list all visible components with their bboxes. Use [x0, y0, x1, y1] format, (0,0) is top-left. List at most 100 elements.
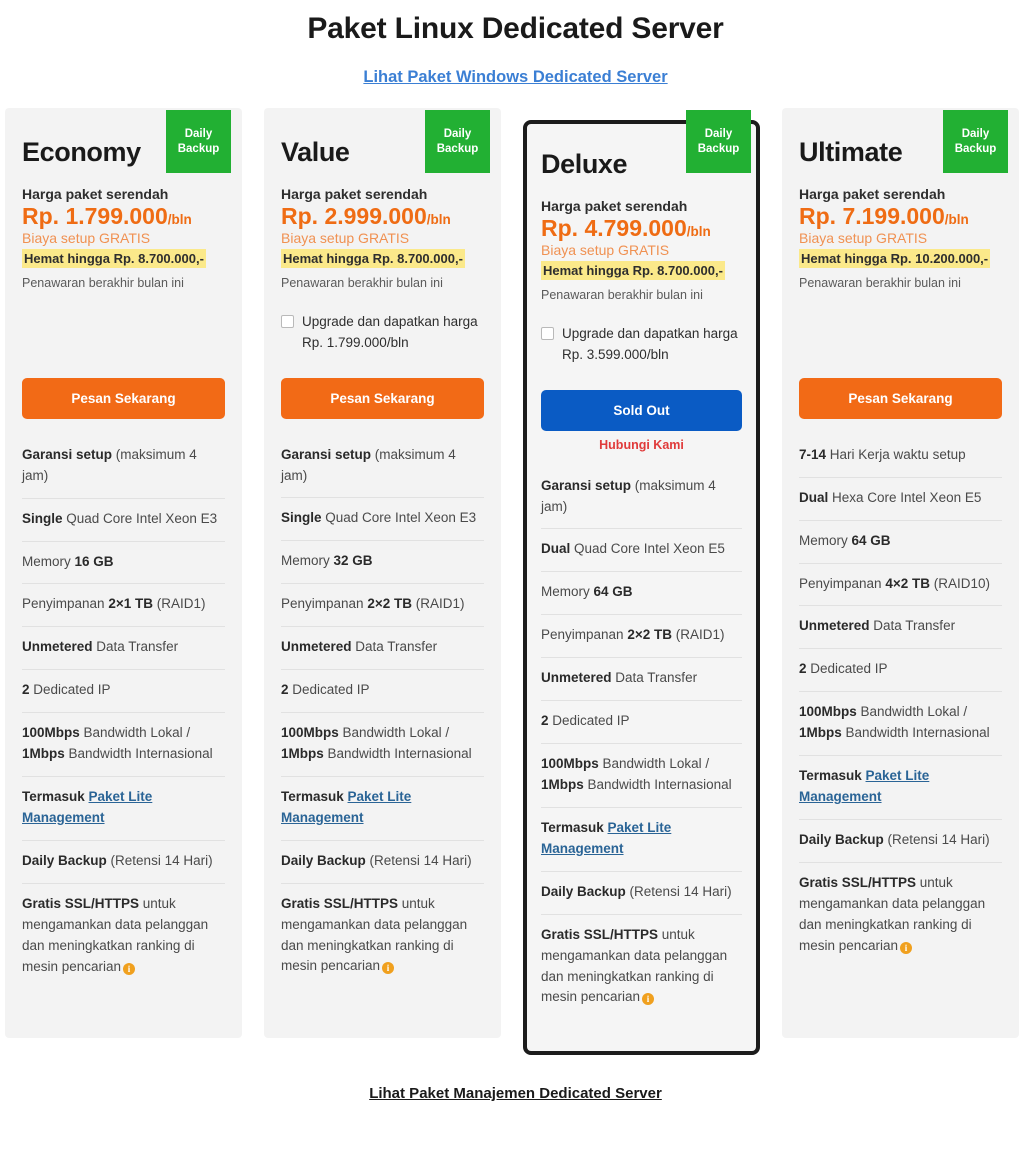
feature-text: Quad Core Intel Xeon E3: [321, 510, 477, 526]
feature-emphasis: 2: [541, 713, 549, 729]
offer-note: Penawaran berakhir bulan ini: [281, 275, 443, 290]
feature-emphasis: 100Mbps: [541, 756, 599, 772]
feature-item: Memory 32 GB: [281, 541, 484, 585]
feature-text: Penyimpanan: [541, 627, 628, 643]
feature-emphasis: Garansi setup: [541, 477, 632, 493]
feature-emphasis: Termasuk: [799, 768, 866, 784]
plan-price: Rp. 1.799.000/bln: [22, 202, 225, 229]
price-amount: Rp. 4.799.000: [541, 214, 687, 241]
badge-text: Daily Backup: [954, 128, 997, 155]
feature-item: Gratis SSL/HTTPS untuk mengamankan data …: [22, 884, 225, 989]
daily-backup-badge: Daily Backup: [686, 110, 751, 173]
order-now-button[interactable]: Pesan Sekarang: [799, 377, 1002, 419]
savings-highlight: Hemat hingga Rp. 8.700.000,-: [541, 260, 725, 280]
feature-item: Garansi setup (maksimum 4 jam): [22, 443, 225, 499]
price-period: /bln: [167, 211, 192, 227]
feature-item: 2 Dedicated IP: [22, 670, 225, 714]
price-label: Harga paket serendah: [22, 185, 169, 202]
sold-out-button[interactable]: Sold Out: [541, 389, 742, 431]
setup-free-text: Biaya setup GRATIS: [541, 241, 670, 258]
pricing-card-value: Value Harga paket serendah Rp. 2.999.000/b…: [264, 108, 501, 1038]
info-icon[interactable]: i: [900, 941, 913, 954]
upgrade-option[interactable]: Upgrade dan dapatkan harga Rp. 1.799.000…: [281, 312, 484, 354]
feature-item: 7-14 Hari Kerja waktu setup: [799, 443, 1002, 478]
feature-text: Bandwidth Lokal /: [598, 756, 710, 772]
feature-text: Data Transfer: [351, 639, 438, 655]
feature-text: Memory: [281, 553, 334, 569]
price-label: Harga paket serendah: [799, 185, 946, 202]
feature-text: Bandwidth Lokal /: [338, 725, 450, 741]
price-label: Harga paket serendah: [541, 197, 688, 214]
feature-emphasis: Garansi setup: [22, 446, 113, 462]
windows-packages-link[interactable]: Lihat Paket Windows Dedicated Server: [363, 68, 667, 86]
feature-text: Dedicated IP: [548, 713, 630, 729]
pricing-cards-grid: Daily Backup Economy Harga paket serendah Rp…: [0, 108, 1031, 1056]
upgrade-option[interactable]: Upgrade dan dapatkan harga Rp. 3.599.000…: [541, 324, 742, 366]
feature-emphasis: Daily Backup: [541, 883, 626, 899]
savings-container: Hemat hingga Rp. 8.700.000,-: [22, 248, 225, 270]
feature-text: Quad Core Intel Xeon E3: [62, 510, 218, 526]
contact-us-link[interactable]: Hubungi Kami: [541, 438, 742, 452]
pricing-card-slot-ultimate: Daily Backup Ultimate Harga paket serendah R…: [782, 108, 1019, 1038]
upgrade-checkbox[interactable]: [541, 326, 554, 340]
order-now-button[interactable]: Pesan Sekarang: [22, 377, 225, 419]
feature-emphasis: Termasuk: [22, 789, 89, 805]
feature-item: Daily Backup (Retensi 14 Hari): [22, 841, 225, 884]
management-packages-link[interactable]: Lihat Paket Manajemen Dedicated Server: [369, 1085, 662, 1102]
feature-text: Penyimpanan: [799, 575, 886, 591]
feature-emphasis: 4×2 TB: [885, 575, 930, 591]
feature-emphasis: Gratis SSL/HTTPS: [541, 926, 659, 942]
feature-item: Penyimpanan 2×2 TB (RAID1): [541, 615, 742, 659]
feature-item: Gratis SSL/HTTPS untuk mengamankan data …: [541, 915, 742, 1020]
feature-text: Dedicated IP: [806, 661, 888, 677]
plan-price: Rp. 2.999.000/bln: [281, 203, 484, 229]
feature-emphasis: 2: [799, 661, 807, 677]
feature-text: Memory: [541, 584, 594, 600]
price-period: /bln: [944, 211, 969, 227]
upgrade-spacer: [799, 290, 1002, 353]
feature-emphasis: 32 GB: [333, 553, 373, 569]
feature-emphasis: Unmetered: [799, 618, 870, 634]
feature-item: Dual Quad Core Intel Xeon E5: [541, 529, 742, 573]
feature-item: Penyimpanan 4×2 TB (RAID10): [799, 564, 1002, 607]
feature-text: Penyimpanan: [22, 596, 109, 612]
feature-text: (RAID10): [929, 575, 990, 591]
feature-item: 100Mbps Bandwidth Lokal / 1Mbps Bandwidt…: [281, 713, 484, 777]
upgrade-label: Upgrade dan dapatkan harga Rp. 3.599.000…: [562, 325, 738, 362]
feature-emphasis: Unmetered: [541, 670, 612, 686]
feature-item: Penyimpanan 2×2 TB (RAID1): [281, 584, 484, 628]
feature-emphasis: 100Mbps: [799, 704, 857, 720]
order-now-button[interactable]: Pesan Sekarang: [281, 377, 484, 419]
badge-text: Daily Backup: [177, 128, 220, 155]
feature-text: (Retensi 14 Hari): [625, 883, 732, 899]
upgrade-checkbox[interactable]: [281, 314, 294, 328]
feature-emphasis: Dual: [541, 541, 571, 557]
feature-item: Single Quad Core Intel Xeon E3: [281, 498, 484, 542]
feature-list: Garansi setup (maksimum 4 jam) Single Qua…: [22, 443, 225, 989]
price-amount: Rp. 1.799.000: [22, 202, 168, 229]
feature-text: (Retensi 14 Hari): [365, 852, 472, 868]
feature-emphasis: Single: [22, 510, 63, 526]
feature-item: Unmetered Data Transfer: [281, 627, 484, 671]
feature-emphasis: 1Mbps: [22, 746, 65, 762]
feature-item: Unmetered Data Transfer: [541, 658, 742, 702]
info-icon[interactable]: i: [642, 993, 655, 1006]
pricing-card-deluxe: Deluxe Harga paket serendah Rp. 4.799.000/…: [523, 120, 760, 1056]
feature-item: Garansi setup (maksimum 4 jam): [281, 443, 484, 499]
pricing-card-slot-deluxe: Daily Backup Deluxe Harga paket serendah Rp.…: [523, 108, 760, 1056]
info-icon[interactable]: i: [382, 962, 395, 975]
info-icon[interactable]: i: [123, 962, 136, 975]
feature-text: Bandwidth Internasional: [64, 746, 213, 762]
price-period: /bln: [686, 223, 711, 239]
feature-item: Gratis SSL/HTTPS untuk mengamankan data …: [799, 863, 1002, 968]
cta-container: Sold Out Hubungi Kami: [541, 389, 742, 452]
feature-emphasis: 1Mbps: [541, 777, 584, 792]
cta-container: Pesan Sekarang: [799, 377, 1002, 419]
pricing-card-ultimate: Ultimate Harga paket serendah Rp. 7.199.00…: [782, 108, 1019, 1038]
feature-emphasis: 100Mbps: [281, 725, 339, 741]
feature-item: 2 Dedicated IP: [541, 701, 742, 745]
feature-item: Single Quad Core Intel Xeon E3: [22, 499, 225, 542]
feature-item: Termasuk Paket Lite Management: [541, 808, 742, 872]
feature-text: Quad Core Intel Xeon E5: [570, 541, 725, 557]
feature-text: Memory: [22, 553, 75, 569]
